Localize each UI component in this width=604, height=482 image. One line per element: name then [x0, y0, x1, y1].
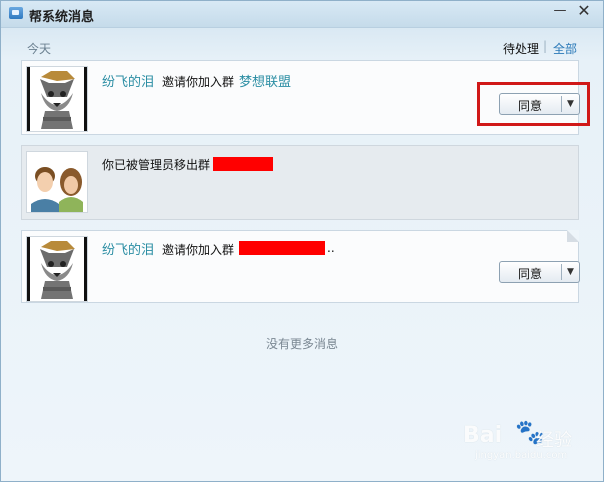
- message-text: 你已被管理员移出群: [102, 158, 211, 172]
- redacted-group-name: [239, 241, 325, 255]
- filter-pending-link[interactable]: 待处理: [503, 40, 539, 57]
- watermark-url: jingyan.baidu.com: [475, 450, 568, 461]
- sender-name[interactable]: 纷飞的泪: [102, 239, 154, 258]
- window-title: 帮系统消息: [29, 10, 95, 25]
- avatar[interactable]: [26, 151, 88, 213]
- ellipsis: ..: [327, 241, 335, 255]
- dropdown-arrow-icon[interactable]: ▼: [562, 264, 579, 280]
- redacted-group-name: [213, 157, 273, 171]
- system-message-window: 帮系统消息 — ✕ 今天 待处理 | 全部 纷飞的泪 邀请你加入群 梦想联盟 同…: [0, 0, 604, 482]
- no-more-messages-label: 没有更多消息: [266, 337, 339, 351]
- close-button[interactable]: ✕: [573, 3, 595, 19]
- minimize-button[interactable]: —: [549, 3, 571, 19]
- filter-all-link[interactable]: 全部: [553, 40, 577, 57]
- sender-name[interactable]: 纷飞的泪: [102, 71, 154, 90]
- wolf-avatar-icon: [27, 67, 87, 131]
- title-bar[interactable]: 帮系统消息 — ✕: [1, 1, 603, 28]
- date-label: 今天: [27, 42, 52, 56]
- message-card: 纷飞的泪 邀请你加入群 .. 同意 ▼: [21, 230, 580, 303]
- group-name[interactable]: 梦想联盟: [239, 71, 291, 90]
- highlight-annotation: [477, 82, 590, 126]
- agree-button-label: 同意: [517, 267, 542, 281]
- message-text: 邀请你加入群: [162, 75, 235, 89]
- avatar[interactable]: [26, 236, 88, 302]
- message-app-icon: [9, 7, 23, 19]
- agree-button[interactable]: 同意 ▼: [499, 261, 580, 283]
- avatar[interactable]: [26, 66, 88, 132]
- page-fold: [567, 230, 579, 242]
- watermark-product: 经验: [536, 430, 572, 451]
- filter-separator: |: [543, 39, 548, 53]
- couple-avatar-icon: [27, 152, 87, 212]
- message-card: 你已被管理员移出群: [21, 145, 579, 220]
- wolf-avatar-icon: [27, 237, 87, 301]
- message-text: 邀请你加入群: [162, 243, 235, 257]
- watermark-brand: Bai: [463, 423, 503, 448]
